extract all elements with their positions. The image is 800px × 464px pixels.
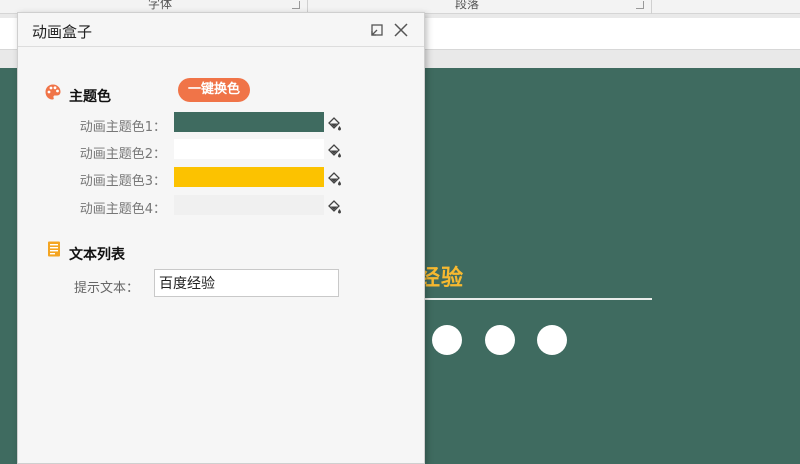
theme-color-4-label: 动画主题色4： xyxy=(79,202,166,217)
theme-color-1-label: 动画主题色1： xyxy=(79,120,166,135)
document-icon xyxy=(45,240,63,258)
one-click-recolor-button[interactable]: 一键换色 xyxy=(178,78,250,102)
animation-box-dialog: 动画盒子 主题色 一键换色 动画主题色1： 动画主题色2： 动画主题色3： 动画… xyxy=(17,12,425,464)
theme-color-2-label: 动画主题色2： xyxy=(79,147,166,162)
theme-color-heading: 主题色 xyxy=(69,89,111,105)
ribbon-separator xyxy=(651,0,652,14)
palette-icon xyxy=(44,83,62,101)
theme-color-1-swatch[interactable] xyxy=(174,112,324,132)
theme-color-4-swatch[interactable] xyxy=(174,195,324,215)
dialog-title: 动画盒子 xyxy=(32,23,93,41)
theme-color-3-swatch[interactable] xyxy=(174,167,324,187)
close-icon[interactable] xyxy=(392,21,410,39)
slide-dot xyxy=(537,325,567,355)
text-list-heading: 文本列表 xyxy=(69,247,125,263)
paint-bucket-icon[interactable] xyxy=(327,199,343,215)
slide-dot xyxy=(485,325,515,355)
paragraph-launcher-icon[interactable] xyxy=(636,1,644,9)
restore-icon[interactable] xyxy=(368,21,386,39)
theme-color-3-label: 动画主题色3： xyxy=(79,174,166,189)
slide-divider-line xyxy=(420,298,652,300)
ribbon-group-font: 字体 xyxy=(148,0,173,11)
paint-bucket-icon[interactable] xyxy=(327,116,343,132)
paint-bucket-icon[interactable] xyxy=(327,143,343,159)
font-launcher-icon[interactable] xyxy=(292,1,300,9)
dialog-header[interactable]: 动画盒子 xyxy=(18,13,424,47)
hint-text-label: 提示文本： xyxy=(74,281,140,296)
paint-bucket-icon[interactable] xyxy=(327,171,343,187)
slide-dot xyxy=(432,325,462,355)
hint-text-input[interactable] xyxy=(154,269,339,297)
ribbon-group-paragraph: 段落 xyxy=(455,0,480,11)
theme-color-2-swatch[interactable] xyxy=(174,139,324,159)
